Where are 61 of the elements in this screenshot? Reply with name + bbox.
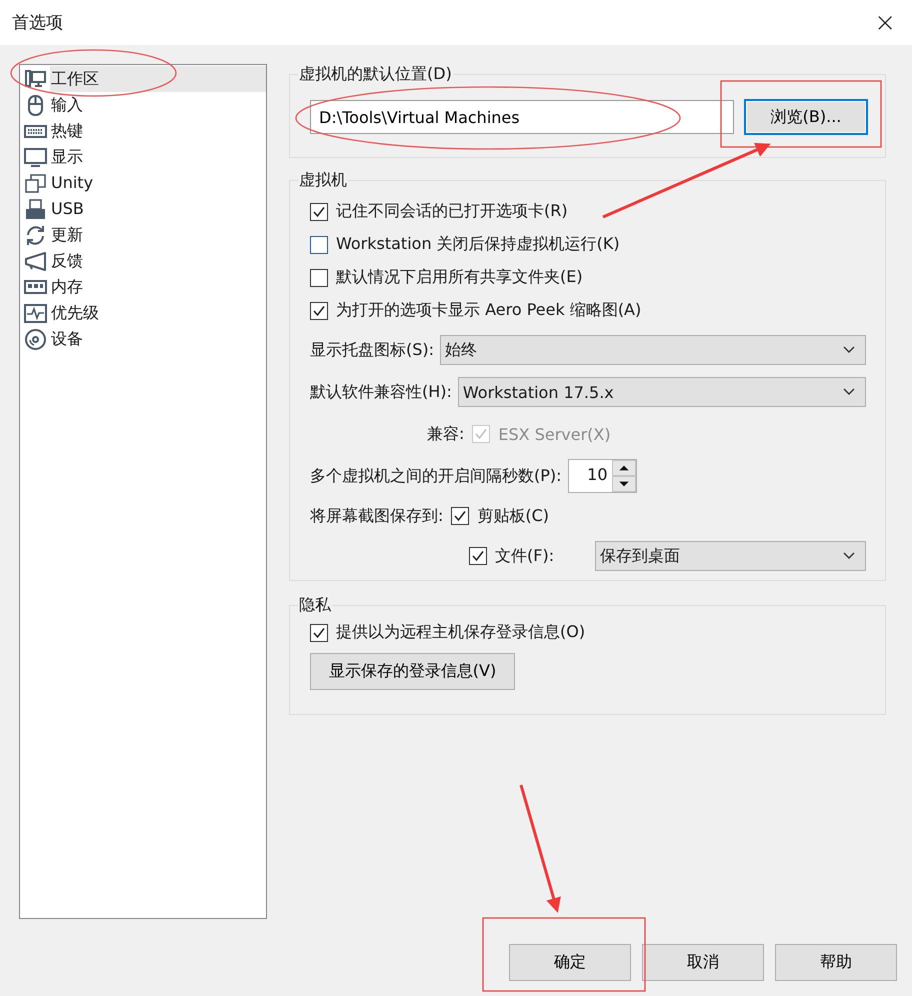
sidebar-item[interactable]: Unity bbox=[50, 170, 266, 196]
chevron-icon bbox=[843, 552, 855, 560]
field-label: 兼容: bbox=[427, 424, 464, 444]
checkbox-label[interactable]: 提供以为远程主机保存登录信息(O) bbox=[336, 622, 586, 643]
checkbox-label[interactable]: 剪贴板(C) bbox=[477, 506, 550, 526]
checkmark-icon bbox=[474, 427, 488, 441]
sidebar-item[interactable]: USB bbox=[50, 196, 266, 222]
checkmark-icon bbox=[312, 304, 326, 318]
checkbox-label[interactable]: 记住不同会话的已打开选项卡(R) bbox=[336, 201, 568, 222]
checkbox[interactable] bbox=[469, 547, 487, 565]
usb-icon bbox=[24, 198, 47, 220]
checkbox-label[interactable]: 文件(F): bbox=[495, 546, 587, 566]
close-button[interactable]: × bbox=[868, 8, 902, 38]
checkbox[interactable] bbox=[310, 202, 328, 220]
chevron-icon bbox=[843, 346, 855, 354]
windows-icon bbox=[24, 172, 47, 194]
dropdown[interactable]: 始终 bbox=[440, 335, 866, 365]
sidebar-item[interactable]: 热键 bbox=[50, 118, 266, 144]
dialog-button[interactable]: 取消 bbox=[642, 944, 764, 981]
dropdown[interactable]: Workstation 17.5.x bbox=[458, 377, 866, 407]
number-field[interactable]: 10 bbox=[568, 459, 637, 493]
checkbox[interactable] bbox=[310, 624, 328, 642]
sidebar-item[interactable]: 工作区 bbox=[50, 66, 266, 92]
checkbox-label[interactable]: 为打开的选项卡显示 Aero Peek 缩略图(A) bbox=[336, 300, 642, 321]
sidebar-item[interactable]: 内存 bbox=[50, 274, 266, 300]
sidebar-item[interactable]: 显示 bbox=[50, 144, 266, 170]
disc-icon bbox=[24, 328, 47, 350]
sidebar-item[interactable]: 反馈 bbox=[50, 248, 266, 274]
checkmark-icon bbox=[453, 509, 468, 523]
checkbox[interactable] bbox=[310, 302, 328, 320]
refresh-icon bbox=[24, 224, 47, 246]
sidebar-item[interactable]: 输入 bbox=[50, 92, 266, 118]
megaphone-icon bbox=[24, 250, 47, 272]
checkbox-label[interactable]: 默认情况下启用所有共享文件夹(E) bbox=[336, 267, 583, 288]
sidebar-item[interactable]: 设备 bbox=[50, 326, 266, 352]
checkbox[interactable] bbox=[310, 236, 328, 254]
path-field[interactable]: D:\Tools\Virtual Machines bbox=[310, 100, 734, 134]
checkbox[interactable] bbox=[451, 507, 470, 525]
checkbox-label[interactable]: Workstation 关闭后保持虚拟机运行(K) bbox=[336, 234, 620, 255]
pulse-icon bbox=[24, 302, 47, 324]
chevron-icon bbox=[843, 388, 855, 396]
dialog-button[interactable]: 确定 bbox=[509, 944, 631, 981]
field-label: 将屏幕截图保存到: bbox=[310, 506, 444, 526]
field-label: 多个虚拟机之间的开启间隔秒数(P): bbox=[310, 466, 562, 486]
checkmark-icon bbox=[312, 204, 326, 218]
checkmark-icon bbox=[471, 549, 485, 563]
group-title: 虚拟机的默认位置(D) bbox=[298, 64, 453, 85]
dialog-button[interactable]: 帮助 bbox=[775, 944, 897, 981]
show-logins-button[interactable]: 显示保存的登录信息(V) bbox=[310, 653, 515, 690]
field-label: 默认软件兼容性(H): bbox=[310, 382, 452, 402]
checkmark-icon bbox=[312, 626, 326, 640]
monitor-icon bbox=[24, 146, 47, 168]
dropdown[interactable]: 保存到桌面 bbox=[595, 541, 866, 571]
browse-button[interactable]: 浏览(B)... bbox=[744, 99, 868, 135]
sidebar-item[interactable]: 优先级 bbox=[50, 300, 266, 326]
group-title: 虚拟机 bbox=[298, 170, 348, 191]
checkbox[interactable] bbox=[310, 268, 328, 286]
sidebar-item[interactable]: 更新 bbox=[50, 222, 266, 248]
window-title: 首选项 bbox=[12, 12, 63, 34]
group-title: 隐私 bbox=[298, 595, 332, 616]
field-label: 显示托盘图标(S): bbox=[310, 340, 434, 360]
